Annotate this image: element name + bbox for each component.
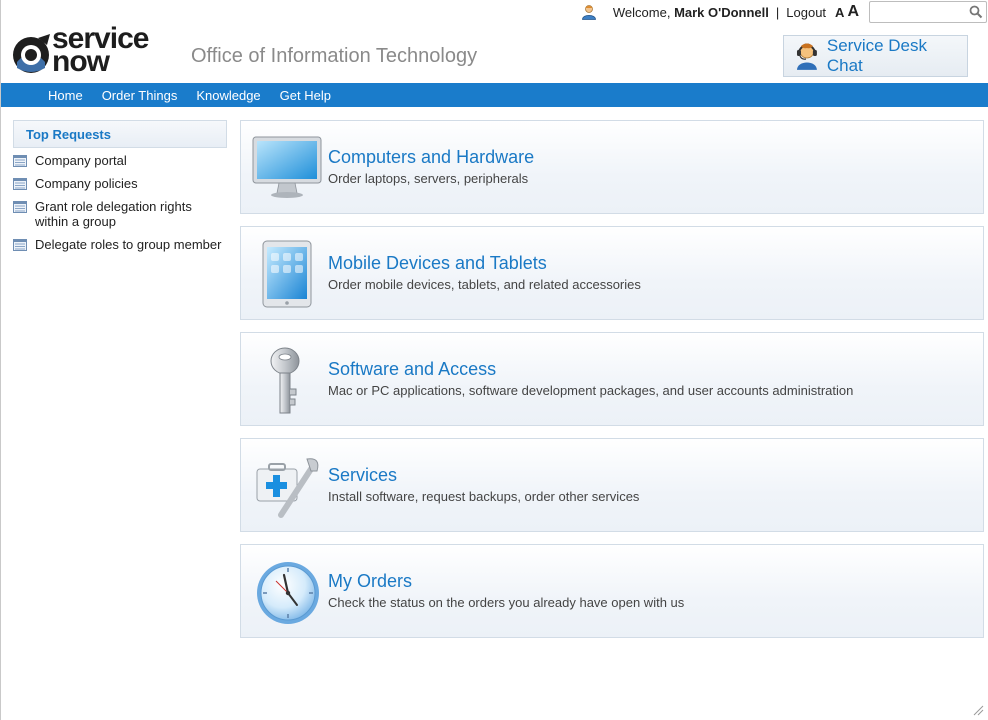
- category-description: Mac or PC applications, software develop…: [328, 383, 854, 398]
- logo-globe-icon: [13, 34, 50, 73]
- category-computers-hardware[interactable]: Computers and Hardware Order laptops, se…: [240, 120, 984, 214]
- search-input[interactable]: [870, 2, 968, 22]
- category-title: Mobile Devices and Tablets: [328, 253, 547, 273]
- headset-agent-icon: [796, 43, 817, 70]
- toolkit-icon: [256, 458, 319, 518]
- nav-order-things[interactable]: Order Things: [102, 88, 178, 103]
- top-request-label: Delegate roles to group member: [35, 237, 222, 252]
- search-box[interactable]: [869, 1, 987, 23]
- window-left-border: [0, 0, 1, 720]
- form-icon: [13, 155, 27, 167]
- category-description: Order laptops, servers, peripherals: [328, 171, 529, 186]
- form-icon: [13, 178, 27, 190]
- key-icon: [270, 347, 300, 414]
- top-request-item[interactable]: Company portal: [13, 153, 227, 168]
- font-size-increase-button[interactable]: A: [847, 3, 859, 21]
- search-icon[interactable]: [969, 5, 983, 19]
- category-title: Software and Access: [328, 359, 497, 379]
- top-request-label: Company portal: [35, 153, 127, 168]
- font-size-decrease-button[interactable]: A: [835, 5, 844, 20]
- resize-grip-icon[interactable]: [972, 704, 984, 716]
- top-request-item[interactable]: Grant role delegation rights within a gr…: [13, 199, 213, 229]
- category-title: My Orders: [328, 571, 413, 591]
- main-nav: Home Order Things Knowledge Get Help: [1, 83, 988, 107]
- top-request-item[interactable]: Delegate roles to group member: [13, 237, 227, 252]
- category-title: Services: [328, 465, 398, 485]
- utility-bar: Welcome, Mark O'Donnell | Logout A A: [581, 0, 988, 24]
- category-description: Check the status on the orders you alrea…: [328, 595, 685, 610]
- nav-get-help[interactable]: Get Help: [280, 88, 331, 103]
- separator: |: [775, 4, 780, 20]
- form-icon: [13, 239, 27, 251]
- org-title: Office of Information Technology: [191, 45, 478, 67]
- welcome-text: Welcome, Mark O'Donnell: [613, 5, 769, 20]
- tablet-icon: [262, 240, 312, 308]
- nav-home[interactable]: Home: [48, 88, 83, 103]
- top-request-item[interactable]: Company policies: [13, 176, 227, 191]
- category-mobile-devices-tablets[interactable]: Mobile Devices and Tablets Order mobile …: [240, 226, 984, 320]
- chat-button-label: Service Desk Chat: [826, 36, 928, 75]
- top-requests-panel: Top Requests Company portal Company poli…: [13, 120, 227, 252]
- logout-link[interactable]: Logout: [786, 5, 826, 20]
- category-software-access[interactable]: Software and Access Mac or PC applicatio…: [240, 332, 984, 426]
- user-name: Mark O'Donnell: [674, 4, 769, 20]
- welcome-prefix: Welcome,: [612, 4, 671, 20]
- form-icon: [13, 201, 27, 213]
- clock-icon: [257, 562, 319, 624]
- service-desk-chat-button[interactable]: Service Desk Chat: [783, 35, 968, 77]
- category-title: Computers and Hardware: [328, 147, 535, 167]
- nav-knowledge[interactable]: Knowledge: [196, 88, 260, 103]
- logo-text: service now: [52, 24, 149, 77]
- user-icon: [581, 5, 596, 20]
- monitor-icon: [252, 136, 322, 198]
- top-requests-header: Top Requests: [13, 120, 227, 148]
- category-my-orders[interactable]: My Orders Check the status on the orders…: [240, 544, 984, 638]
- category-description: Install software, request backups, order…: [328, 489, 640, 504]
- top-request-label: Company policies: [35, 176, 138, 191]
- category-services[interactable]: Services Install software, request backu…: [240, 438, 984, 532]
- category-description: Order mobile devices, tablets, and relat…: [328, 277, 641, 292]
- top-request-label: Grant role delegation rights within a gr…: [35, 199, 192, 229]
- servicenow-logo[interactable]: service now: [11, 24, 176, 78]
